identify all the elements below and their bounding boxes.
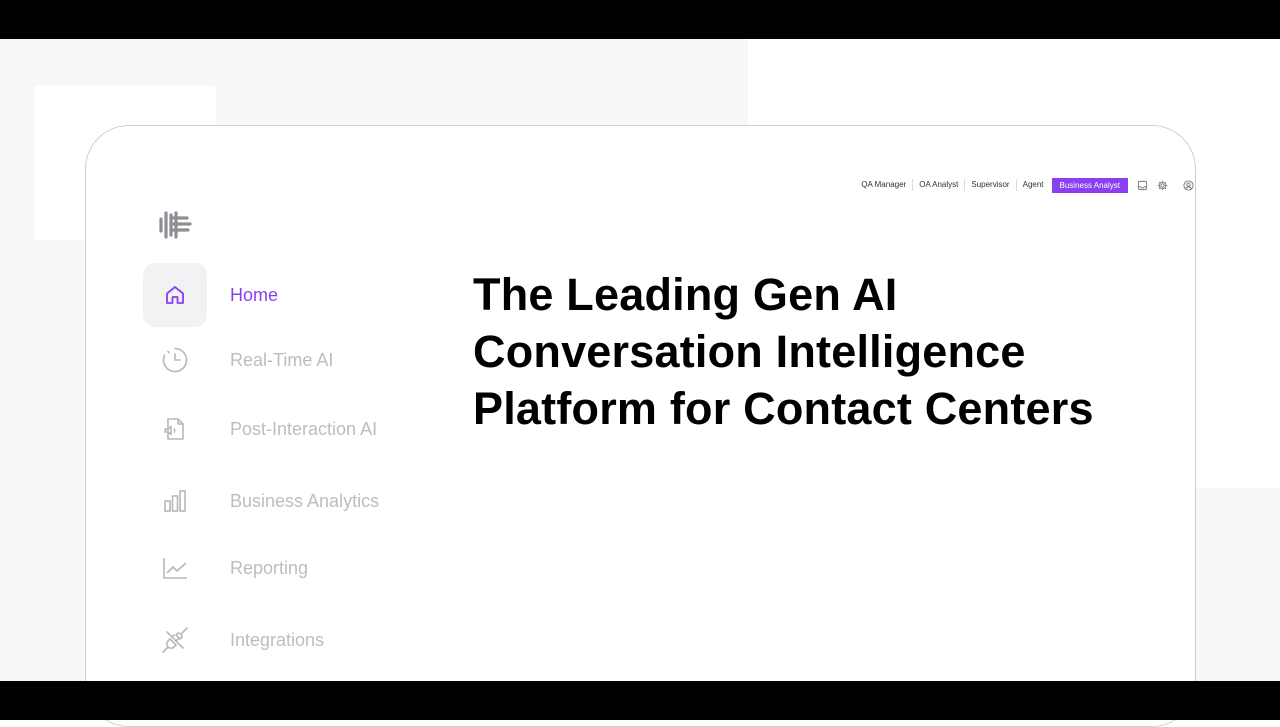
brand-logo-icon[interactable]	[158, 209, 192, 241]
role-switcher: QA Manager OA Analyst Supervisor Agent B…	[855, 177, 1194, 193]
sidebar-item-business-analytics[interactable]: Business Analytics	[143, 469, 443, 533]
hero-title-line: Conversation Intelligence	[473, 326, 1026, 377]
sidebar-item-label: Post-Interaction AI	[230, 419, 378, 439]
role-supervisor[interactable]: Supervisor	[964, 179, 1015, 191]
sidebar-item-post-interaction-ai[interactable]: Post-Interaction AI	[143, 397, 443, 461]
gear-icon[interactable]	[1156, 179, 1168, 191]
background-panel	[1196, 488, 1280, 681]
sidebar-item-reporting[interactable]: Reporting	[143, 536, 443, 600]
plug-icon	[143, 608, 207, 672]
role-qa-manager[interactable]: QA Manager	[855, 179, 912, 191]
user-icon[interactable]	[1182, 179, 1194, 191]
sidebar-item-label: Integrations	[230, 630, 325, 650]
sidebar-item-integrations[interactable]: Integrations	[143, 608, 443, 672]
hero-title: The Leading Gen AI Conversation Intellig…	[473, 266, 1173, 437]
inbox-icon[interactable]	[1136, 179, 1148, 191]
sidebar-item-home[interactable]: Home	[143, 263, 443, 327]
role-agent[interactable]: Agent	[1015, 179, 1050, 191]
hero-title-line: Platform for Contact Centers	[473, 383, 1094, 434]
bar-chart-icon	[143, 469, 207, 533]
sidebar-item-label: Reporting	[230, 558, 309, 578]
home-icon	[143, 263, 207, 327]
sidebar-item-label: Home	[230, 285, 279, 305]
letterbox-bottom	[0, 681, 1280, 720]
audio-file-icon	[143, 397, 207, 461]
letterbox-top	[0, 0, 1280, 39]
sidebar-item-real-time-ai[interactable]: Real-Time AI	[143, 328, 443, 392]
sidebar-item-label: Real-Time AI	[230, 350, 334, 370]
sidebar-item-label: Business Analytics	[230, 491, 380, 511]
role-business-analyst[interactable]: Business Analyst	[1051, 177, 1128, 193]
line-chart-icon	[143, 536, 207, 600]
hero-title-line: The Leading Gen AI	[473, 269, 898, 320]
role-oa-analyst[interactable]: OA Analyst	[912, 179, 964, 191]
clock-icon	[143, 328, 207, 392]
